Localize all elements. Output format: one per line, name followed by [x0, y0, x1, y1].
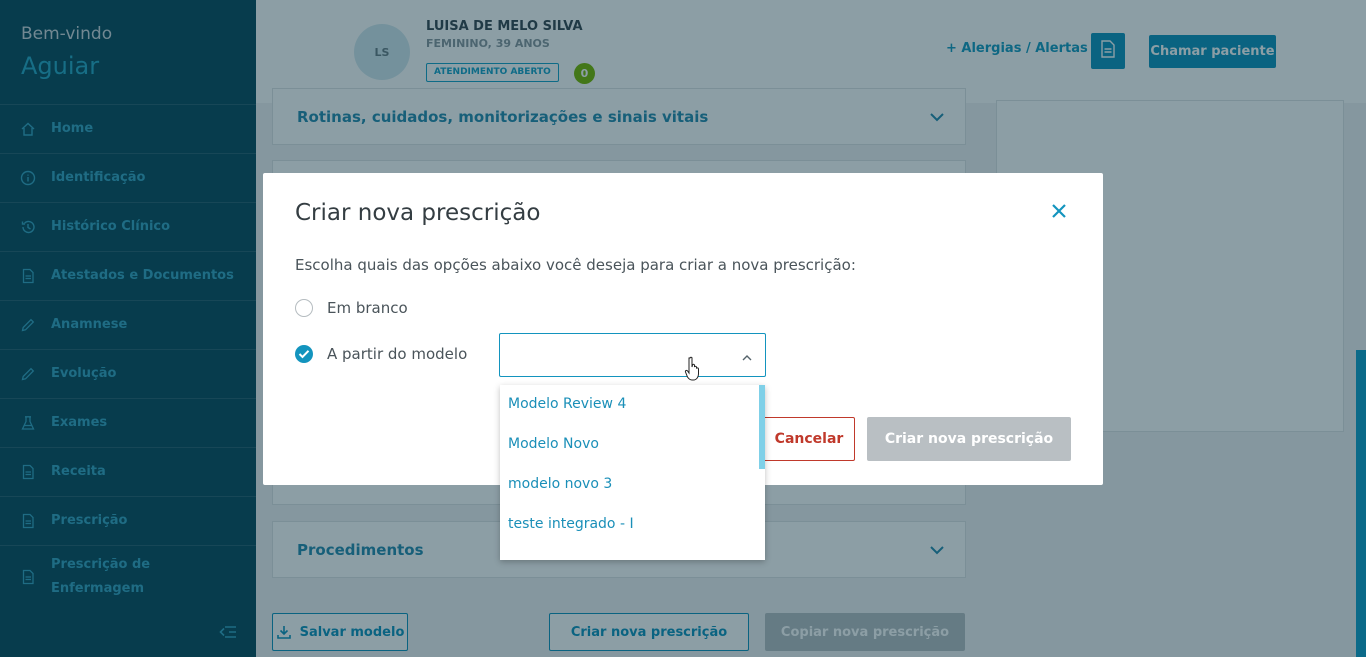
- dialog-title: Criar nova prescrição: [295, 200, 541, 226]
- close-icon[interactable]: [1049, 201, 1069, 221]
- dropdown-option[interactable]: Modelo Review 4: [508, 396, 626, 412]
- dialog-description: Escolha quais das opções abaixo você des…: [295, 256, 856, 274]
- create-button[interactable]: Criar nova prescrição: [867, 417, 1071, 461]
- model-dropdown: Modelo Review 4 Modelo Novo modelo novo …: [500, 385, 765, 560]
- dropdown-option[interactable]: modelo novo 3: [508, 476, 612, 492]
- option-from-model[interactable]: A partir do modelo: [295, 345, 467, 363]
- dropdown-option[interactable]: teste integrado - I: [508, 516, 634, 532]
- option-blank[interactable]: Em branco: [295, 299, 408, 317]
- radio-from-model[interactable]: [295, 345, 313, 363]
- model-select[interactable]: [499, 333, 766, 377]
- chevron-up-icon: [741, 349, 753, 361]
- option-from-model-label: A partir do modelo: [327, 345, 468, 363]
- hand-cursor-icon: [684, 356, 702, 382]
- radio-blank[interactable]: [295, 299, 313, 317]
- dropdown-scrollbar[interactable]: [759, 385, 765, 469]
- option-blank-label: Em branco: [327, 299, 408, 317]
- dropdown-option[interactable]: Modelo Novo: [508, 436, 599, 452]
